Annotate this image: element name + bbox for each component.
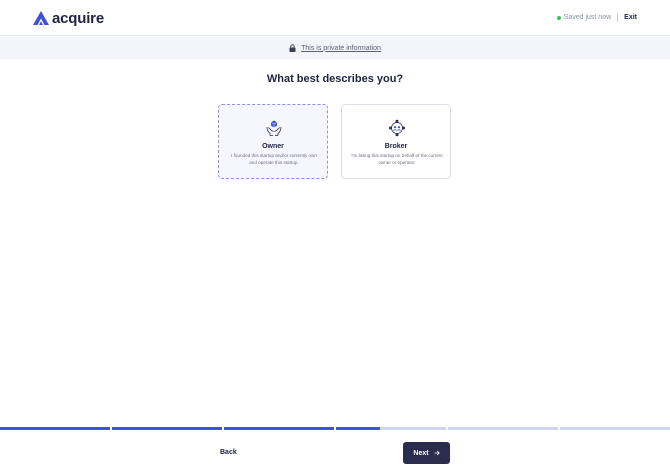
broker-option-description: I'm listing this startup on behalf of th…: [351, 153, 443, 165]
progress-segment: [0, 427, 110, 430]
owner-option-description: I founded this startup and/or currently …: [231, 153, 317, 165]
broker-option-title: Broker: [384, 143, 408, 150]
saved-status-text: Saved just now: [563, 14, 612, 21]
progress-segment: [336, 427, 446, 430]
private-info-link[interactable]: This is private information: [301, 45, 381, 52]
top-bar: acquire Saved just now Exit: [0, 0, 670, 36]
exit-link[interactable]: Exit: [624, 14, 637, 21]
logo-text: acquire: [52, 9, 104, 27]
network-people-icon: [389, 119, 405, 137]
save-status: Saved just now Exit: [556, 13, 637, 22]
back-button[interactable]: Back: [220, 449, 237, 456]
progress-segment: [224, 427, 334, 430]
broker-option-card[interactable]: Broker I'm listing this startup on behal…: [341, 104, 451, 179]
hands-cube-icon: [266, 120, 282, 136]
progress-segment: [112, 427, 222, 430]
lock-icon: [289, 44, 296, 52]
privacy-banner: This is private information: [0, 37, 670, 59]
next-button[interactable]: Next: [403, 442, 450, 464]
arrow-right-icon: [434, 450, 440, 456]
divider: [617, 13, 619, 22]
owner-option-card[interactable]: Owner I founded this startup and/or curr…: [218, 104, 328, 179]
progress-segment: [448, 427, 558, 430]
owner-option-title: Owner: [262, 143, 284, 150]
saved-indicator-dot: [556, 15, 561, 20]
page-title: What best describes you?: [266, 73, 404, 85]
next-button-label: Next: [413, 449, 429, 457]
acquire-logo-icon: [33, 11, 49, 25]
acquire-logo[interactable]: acquire: [33, 9, 104, 27]
progress-bar: [0, 427, 670, 431]
progress-segment: [560, 427, 670, 430]
